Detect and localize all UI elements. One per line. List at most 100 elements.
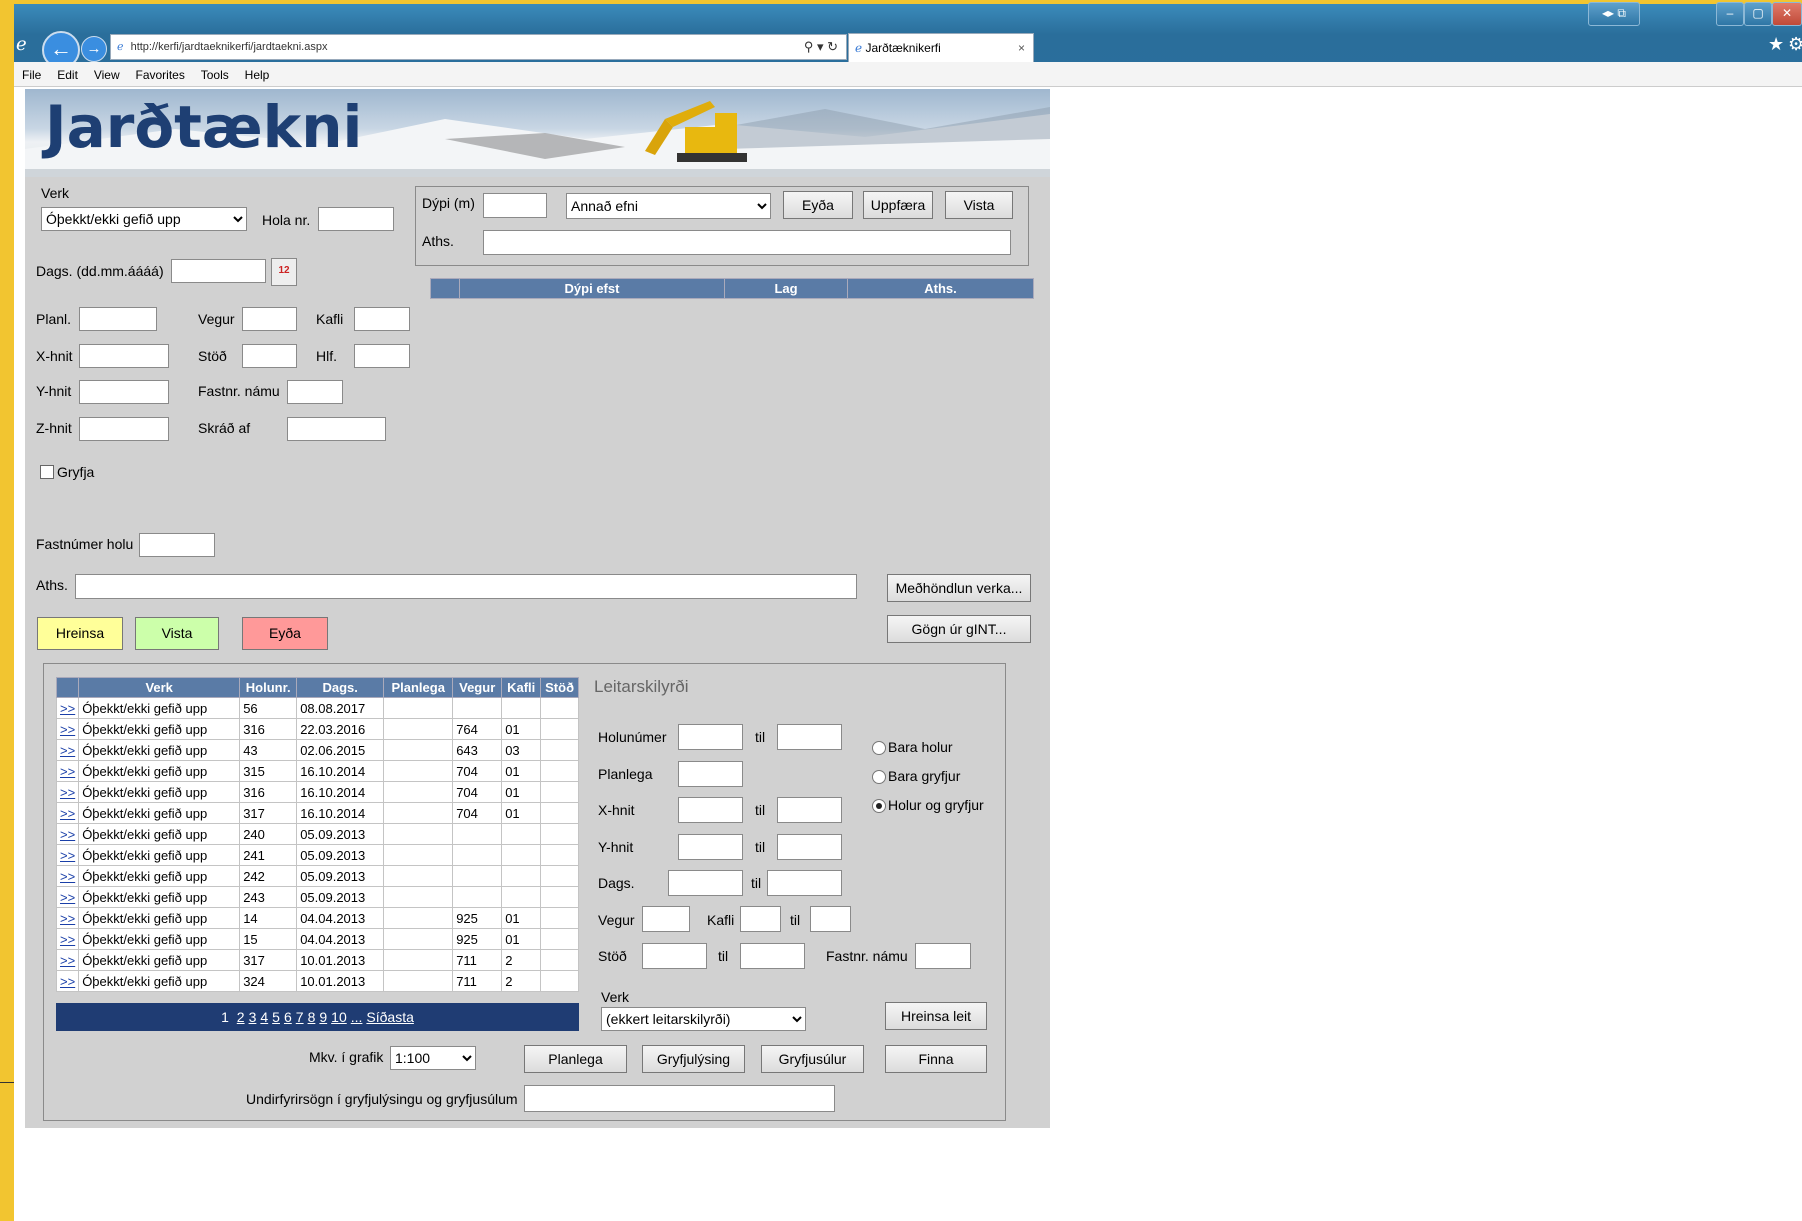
kafli-input[interactable] <box>354 307 410 331</box>
eyda-button[interactable]: Eyða <box>242 617 328 650</box>
menu-favorites[interactable]: Favorites <box>136 68 185 82</box>
pager-link[interactable]: 7 <box>296 1009 304 1025</box>
xhnit-from-input[interactable] <box>678 797 743 823</box>
kafli-to-input[interactable] <box>810 906 851 932</box>
pager-link[interactable]: 2 <box>237 1009 245 1025</box>
cell-planlega <box>383 970 454 992</box>
skrad-af-input[interactable] <box>287 417 386 441</box>
efni-select[interactable]: Annað efni <box>566 193 771 219</box>
close-window-button[interactable]: ✕ <box>1772 2 1802 26</box>
open-row-link[interactable]: >> <box>55 928 80 950</box>
address-bar[interactable]: ℯ http://kerfi/jardtaeknikerfi/jardtaekn… <box>110 34 847 60</box>
verk-search-select[interactable]: (ekkert leitarskilyrði) <box>601 1007 806 1031</box>
stod-input[interactable] <box>242 344 297 368</box>
open-row-link[interactable]: >> <box>55 907 80 929</box>
hlf-input[interactable] <box>354 344 410 368</box>
open-row-link[interactable]: >> <box>55 844 80 866</box>
yhnit-input[interactable] <box>79 380 169 404</box>
open-row-link[interactable]: >> <box>55 886 80 908</box>
browser-tab[interactable]: ℯ Jarðtæknikerfi × <box>848 33 1034 64</box>
fastnumer-holu-input[interactable] <box>139 533 215 557</box>
planl-input[interactable] <box>79 307 157 331</box>
hreinsa-leit-button[interactable]: Hreinsa leit <box>885 1002 987 1030</box>
menu-edit[interactable]: Edit <box>57 68 78 82</box>
pager-link[interactable]: ... <box>351 1009 363 1025</box>
vegur-input[interactable] <box>242 307 297 331</box>
open-row-link[interactable]: >> <box>55 865 80 887</box>
dags-from-input[interactable] <box>668 870 743 896</box>
open-row-link[interactable]: >> <box>55 949 80 971</box>
yhnit-to-input[interactable] <box>777 834 842 860</box>
vista-button[interactable]: Vista <box>135 617 219 650</box>
vegur-search-input[interactable] <box>642 906 690 932</box>
pager-link[interactable]: Síðasta <box>366 1009 413 1025</box>
verk-select[interactable]: Óþekkt/ekki gefið upp <box>41 207 247 231</box>
gryfja-checkbox[interactable] <box>40 465 54 479</box>
cell-verk: Óþekkt/ekki gefið upp <box>78 949 241 971</box>
minimize-button[interactable]: – <box>1716 2 1744 26</box>
open-row-link[interactable]: >> <box>55 781 80 803</box>
uppfaera-button[interactable]: Uppfæra <box>863 191 933 219</box>
fastnr-namu-search-input[interactable] <box>915 943 971 969</box>
hola-input[interactable] <box>318 207 394 231</box>
cell-dags: 02.06.2015 <box>296 739 385 761</box>
cell-holunr: 43 <box>239 739 298 761</box>
open-row-link[interactable]: >> <box>55 739 80 761</box>
radio-bara-holur[interactable] <box>872 741 886 755</box>
pager-link[interactable]: 3 <box>249 1009 257 1025</box>
pager-link[interactable]: 10 <box>331 1009 347 1025</box>
yhnit-from-input[interactable] <box>678 834 743 860</box>
hreinsa-button[interactable]: Hreinsa <box>37 617 123 650</box>
xhnit-input[interactable] <box>79 344 169 368</box>
gear-icon[interactable]: ⚙ <box>1788 34 1802 55</box>
menu-file[interactable]: File <box>22 68 41 82</box>
stod-from-input[interactable] <box>642 943 707 969</box>
mkv-select[interactable]: 1:100 <box>390 1046 476 1070</box>
menu-tools[interactable]: Tools <box>201 68 229 82</box>
pager-link[interactable]: 4 <box>260 1009 268 1025</box>
dags-to-input[interactable] <box>767 870 842 896</box>
undirfyrirsogn-input[interactable] <box>524 1085 835 1112</box>
open-row-link[interactable]: >> <box>55 802 80 824</box>
calendar-icon[interactable]: 12 <box>271 258 297 286</box>
stod-to-input[interactable] <box>740 943 805 969</box>
holunumer-from-input[interactable] <box>678 724 743 750</box>
xhnit-to-input[interactable] <box>777 797 842 823</box>
gogn-ur-gint-button[interactable]: Gögn úr gINT... <box>887 615 1031 643</box>
dypi-input[interactable] <box>483 193 547 218</box>
menu-view[interactable]: View <box>94 68 120 82</box>
close-tab-icon[interactable]: × <box>1018 34 1025 62</box>
kafli-from-input[interactable] <box>740 906 781 932</box>
gryfjulysing-button[interactable]: Gryfjulýsing <box>642 1045 745 1073</box>
search-refresh-icon[interactable]: ⚲ ▾ ↻ <box>804 35 838 59</box>
open-row-link[interactable]: >> <box>55 760 80 782</box>
forward-arrow-icon[interactable]: → <box>81 36 107 62</box>
finna-button[interactable]: Finna <box>885 1045 987 1073</box>
fastnr-namu-input[interactable] <box>287 380 343 404</box>
window-extra-buttons[interactable]: ◂▸ ⧉ <box>1588 2 1640 26</box>
menu-help[interactable]: Help <box>245 68 270 82</box>
medhondlun-verka-button[interactable]: Meðhöndlun verka... <box>887 574 1031 602</box>
dags-input[interactable] <box>171 259 266 283</box>
open-row-link[interactable]: >> <box>55 823 80 845</box>
pager-link[interactable]: 9 <box>319 1009 327 1025</box>
favorites-star-icon[interactable]: ★ <box>1768 34 1784 55</box>
open-row-link[interactable]: >> <box>55 697 80 719</box>
planlega-button[interactable]: Planlega <box>524 1045 627 1073</box>
pager-link[interactable]: 5 <box>272 1009 280 1025</box>
holunumer-to-input[interactable] <box>777 724 842 750</box>
radio-holur-og-gryfjur[interactable] <box>872 799 886 813</box>
zhnit-input[interactable] <box>79 417 169 441</box>
open-row-link[interactable]: >> <box>55 970 80 992</box>
depth-vista-button[interactable]: Vista <box>945 191 1013 219</box>
pager-link[interactable]: 6 <box>284 1009 292 1025</box>
depth-aths-input[interactable] <box>483 230 1011 255</box>
planlega-search-input[interactable] <box>678 761 743 787</box>
radio-bara-gryfjur[interactable] <box>872 770 886 784</box>
open-row-link[interactable]: >> <box>55 718 80 740</box>
depth-eyda-button[interactable]: Eyða <box>783 191 853 219</box>
maximize-button[interactable]: ▢ <box>1744 2 1772 26</box>
gryfjusulur-button[interactable]: Gryfjusúlur <box>761 1045 864 1073</box>
pager-link[interactable]: 8 <box>308 1009 316 1025</box>
aths-input[interactable] <box>75 574 857 599</box>
